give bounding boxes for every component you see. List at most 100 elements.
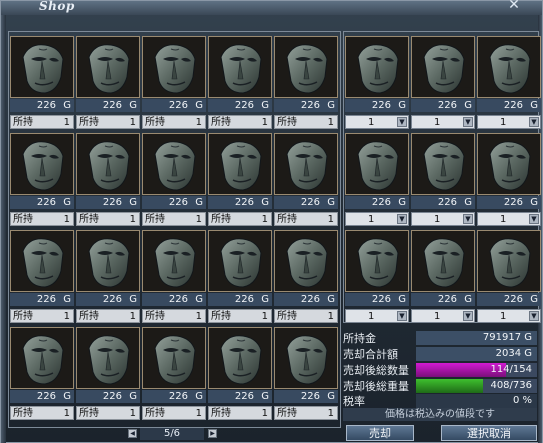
stone-mask-icon[interactable] bbox=[76, 230, 140, 292]
owned-label: 所持 bbox=[277, 117, 297, 128]
owned-label: 所持 bbox=[145, 408, 165, 419]
stone-mask-icon[interactable] bbox=[477, 230, 541, 292]
stone-mask-icon[interactable] bbox=[142, 327, 206, 389]
stone-mask-icon[interactable] bbox=[411, 230, 475, 292]
stone-mask-icon[interactable] bbox=[208, 133, 272, 195]
price-value: 226 bbox=[300, 391, 320, 402]
owned-label: 所持 bbox=[13, 214, 33, 225]
sell-quantity-select[interactable]: 1 ▼ bbox=[477, 115, 541, 129]
item-price: 226 G bbox=[345, 293, 409, 306]
stone-mask-icon[interactable] bbox=[208, 36, 272, 98]
money-row: 所持金 791917 G bbox=[343, 331, 537, 346]
stone-mask-icon[interactable] bbox=[10, 230, 74, 292]
stone-mask-icon[interactable] bbox=[477, 133, 541, 195]
owned-count: 所持 1 bbox=[142, 212, 206, 226]
sell-quantity-value: 1 bbox=[500, 214, 507, 225]
stone-mask-icon[interactable] bbox=[10, 133, 74, 195]
owned-label: 所持 bbox=[145, 311, 165, 322]
price-value: 226 bbox=[503, 100, 523, 111]
window-frame-left bbox=[1, 15, 6, 443]
weight-bar-fill bbox=[416, 379, 484, 393]
owned-count: 所持 1 bbox=[208, 212, 272, 226]
chevron-down-icon[interactable]: ▼ bbox=[397, 117, 407, 127]
sell-quantity-select[interactable]: 1 ▼ bbox=[345, 115, 409, 129]
sell-quantity-select[interactable]: 1 ▼ bbox=[345, 212, 409, 226]
owned-count: 所持 1 bbox=[10, 115, 74, 129]
item-price: 226 G bbox=[274, 99, 338, 112]
chevron-down-icon[interactable]: ▼ bbox=[463, 214, 473, 224]
stone-mask-icon[interactable] bbox=[10, 36, 74, 98]
owned-label: 所持 bbox=[277, 311, 297, 322]
sell-quantity-value: 1 bbox=[368, 117, 375, 128]
close-icon[interactable]: ✕ bbox=[507, 0, 521, 12]
owned-value: 1 bbox=[327, 117, 334, 128]
stone-mask-icon[interactable] bbox=[274, 230, 338, 292]
stone-mask-icon[interactable] bbox=[142, 36, 206, 98]
chevron-down-icon[interactable]: ▼ bbox=[529, 117, 539, 127]
owned-count: 所持 1 bbox=[76, 212, 140, 226]
weight-label: 売却後総重量 bbox=[343, 380, 409, 393]
item-price: 226 G bbox=[345, 196, 409, 209]
stone-mask-icon[interactable] bbox=[142, 230, 206, 292]
stone-mask-icon[interactable] bbox=[477, 36, 541, 98]
owned-value: 1 bbox=[261, 117, 268, 128]
chevron-down-icon[interactable]: ▼ bbox=[529, 214, 539, 224]
chevron-down-icon[interactable]: ▼ bbox=[463, 311, 473, 321]
chevron-down-icon[interactable]: ▼ bbox=[397, 311, 407, 321]
clear-selection-button[interactable]: 選択取消 bbox=[441, 425, 537, 441]
owned-count: 所持 1 bbox=[274, 309, 338, 323]
stone-mask-icon[interactable] bbox=[76, 327, 140, 389]
sell-quantity-select[interactable]: 1 ▼ bbox=[411, 309, 475, 323]
price-currency: G bbox=[327, 100, 335, 111]
owned-label: 所持 bbox=[13, 117, 33, 128]
owned-value: 1 bbox=[195, 214, 202, 225]
price-currency: G bbox=[129, 294, 137, 305]
stone-mask-icon[interactable] bbox=[411, 36, 475, 98]
stone-mask-icon[interactable] bbox=[10, 327, 74, 389]
chevron-down-icon[interactable]: ▼ bbox=[463, 117, 473, 127]
price-currency: G bbox=[530, 294, 538, 305]
price-value: 226 bbox=[36, 197, 56, 208]
sell-quantity-value: 1 bbox=[434, 214, 441, 225]
chevron-down-icon[interactable]: ▼ bbox=[529, 311, 539, 321]
stone-mask-icon[interactable] bbox=[142, 133, 206, 195]
stone-mask-icon[interactable] bbox=[345, 230, 409, 292]
price-value: 226 bbox=[234, 100, 254, 111]
stone-mask-icon[interactable] bbox=[208, 327, 272, 389]
page-next-button[interactable]: ▶ bbox=[208, 429, 217, 438]
owned-value: 1 bbox=[129, 117, 136, 128]
stone-mask-icon[interactable] bbox=[208, 230, 272, 292]
price-currency: G bbox=[327, 294, 335, 305]
owned-label: 所持 bbox=[145, 214, 165, 225]
sell-quantity-select[interactable]: 1 ▼ bbox=[345, 309, 409, 323]
sell-quantity-select[interactable]: 1 ▼ bbox=[411, 212, 475, 226]
stone-mask-icon[interactable] bbox=[345, 36, 409, 98]
item-price: 226 G bbox=[10, 293, 74, 306]
stone-mask-icon[interactable] bbox=[411, 133, 475, 195]
title-bar[interactable]: Shop ✕ bbox=[1, 0, 542, 15]
stone-mask-icon[interactable] bbox=[345, 133, 409, 195]
stone-mask-icon[interactable] bbox=[274, 133, 338, 195]
sell-quantity-select[interactable]: 1 ▼ bbox=[477, 212, 541, 226]
stone-mask-icon[interactable] bbox=[274, 327, 338, 389]
price-currency: G bbox=[63, 391, 71, 402]
owned-label: 所持 bbox=[145, 117, 165, 128]
price-value: 226 bbox=[371, 197, 391, 208]
page-prev-button[interactable]: ◀ bbox=[128, 429, 137, 438]
price-value: 226 bbox=[168, 294, 188, 305]
sell-quantity-select[interactable]: 1 ▼ bbox=[477, 309, 541, 323]
price-value: 226 bbox=[168, 391, 188, 402]
chevron-down-icon[interactable]: ▼ bbox=[397, 214, 407, 224]
price-value: 226 bbox=[102, 100, 122, 111]
owned-count: 所持 1 bbox=[10, 406, 74, 420]
price-currency: G bbox=[464, 294, 472, 305]
stone-mask-icon[interactable] bbox=[274, 36, 338, 98]
owned-value: 1 bbox=[129, 408, 136, 419]
stone-mask-icon[interactable] bbox=[76, 133, 140, 195]
owned-value: 1 bbox=[63, 311, 70, 322]
item-price: 226 G bbox=[10, 196, 74, 209]
sell-button[interactable]: 売却 bbox=[346, 425, 414, 441]
tax-row: 税率 0 % bbox=[343, 394, 537, 409]
stone-mask-icon[interactable] bbox=[76, 36, 140, 98]
sell-quantity-select[interactable]: 1 ▼ bbox=[411, 115, 475, 129]
